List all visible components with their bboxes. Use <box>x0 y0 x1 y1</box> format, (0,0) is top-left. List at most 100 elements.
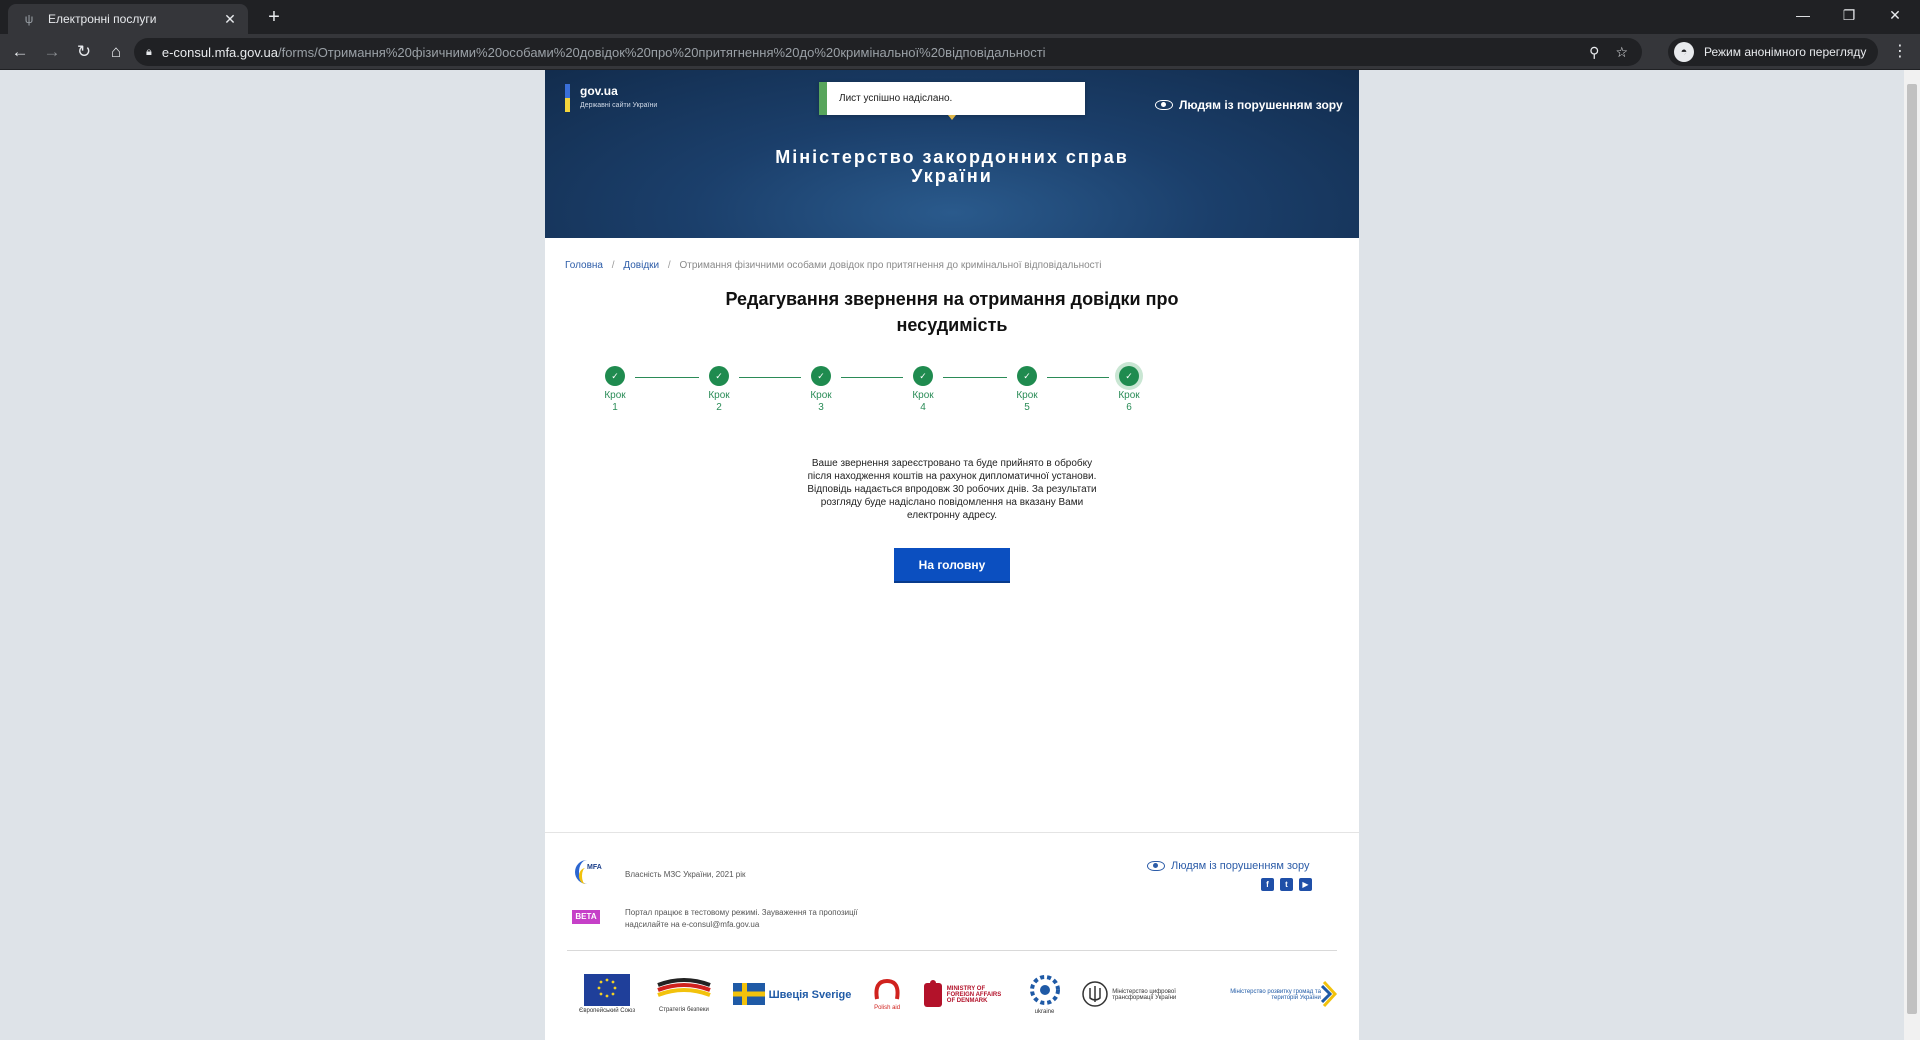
close-tab-icon[interactable]: ✕ <box>222 11 238 27</box>
polish-aid-logo[interactable]: Polish aid <box>872 977 902 1011</box>
forward-button[interactable]: → <box>40 40 64 64</box>
footer-divider-partners <box>567 950 1337 951</box>
polish-aid-icon <box>874 978 900 1000</box>
home-button[interactable]: На головну <box>894 548 1010 581</box>
step-connector <box>739 377 801 378</box>
trident-icon: ψ <box>24 12 34 26</box>
step-number: 3 <box>818 402 824 413</box>
check-icon: ✓ <box>1017 366 1037 386</box>
reload-button[interactable]: ↻ <box>72 40 96 64</box>
bookmark-star-icon[interactable]: ☆ <box>1615 44 1628 61</box>
beta-notice: Портал працює в тестовому режимі. Зауваж… <box>625 908 858 929</box>
step-2: ✓ Крок 2 <box>699 366 739 414</box>
ministry-title-line2: України <box>911 166 993 186</box>
govua-logo[interactable]: gov.ua Державні сайти України <box>565 84 657 112</box>
partner-caption: Міністерство цифрової трансформації Укра… <box>1112 989 1177 1001</box>
zoom-icon[interactable]: ⚲ <box>1589 44 1599 61</box>
beta-badge: BETA <box>572 910 600 924</box>
browser-tab[interactable]: ψ Електронні послуги ✕ <box>8 4 248 34</box>
page-title-line1: Редагування звернення на отримання довід… <box>725 289 1179 309</box>
copyright-text: Власність МЗС України, 2021 рік <box>625 870 746 879</box>
step-label: Крок <box>1016 390 1038 401</box>
wave-flag-icon <box>657 978 711 997</box>
footer-accessibility-link[interactable]: Людям із порушенням зору <box>1147 860 1310 872</box>
home-icon[interactable]: ⌂ <box>104 40 128 64</box>
incognito-icon: ◓ <box>1674 42 1694 62</box>
address-bar[interactable]: 🔒︎ e-consul.mfa.gov.ua /forms/Отримання%… <box>134 38 1642 66</box>
progress-stepper: ✓ Крок 1 ✓ Крок 2 ✓ Крок 3 ✓ Крок 4 ✓ Крок 5 … <box>545 366 1359 426</box>
step-number: 2 <box>716 402 722 413</box>
page-container: gov.ua Державні сайти України Лист успіш… <box>545 70 1359 1040</box>
govua-subtitle: Державні сайти України <box>580 102 658 109</box>
restore-window-button[interactable]: ❐ <box>1826 0 1872 30</box>
ministry-title: Міністерство закордонних справ України <box>545 148 1359 186</box>
step-4: ✓ Крок 4 <box>903 366 943 414</box>
mfa-logo[interactable]: MFA <box>573 858 603 888</box>
step-connector <box>635 377 699 378</box>
new-tab-button[interactable]: + <box>262 5 286 29</box>
browser-tabbar: ψ Електронні послуги ✕ + — ❐ ✕ <box>0 0 1920 34</box>
chevron-right-icon <box>1320 980 1337 1008</box>
mintsyfra-logo[interactable]: Міністерство цифрової трансформації Укра… <box>1082 979 1194 1009</box>
browser-menu-icon[interactable]: ⋮ <box>1890 40 1910 64</box>
step-number: 6 <box>1126 402 1132 413</box>
partner-caption: Стратегія безпеки <box>658 1007 709 1013</box>
breadcrumb-home-link[interactable]: Головна <box>565 260 603 271</box>
partner-caption: Швеція Sverige <box>768 989 852 1001</box>
success-toast: Лист успішно надіслано. <box>819 82 1085 115</box>
breadcrumb: Головна / Довідки / Отримання фізичними … <box>565 260 1101 271</box>
ukraine-flag-icon <box>565 84 570 112</box>
url-host: e-consul.mfa.gov.ua <box>161 44 278 60</box>
page-title-line2: несудимість <box>896 315 1008 335</box>
check-icon: ✓ <box>1119 366 1139 386</box>
step-5: ✓ Крок 5 <box>1007 366 1047 414</box>
accessibility-link[interactable]: Людям із порушенням зору <box>1155 98 1343 112</box>
page-scrollbar-thumb[interactable] <box>1907 84 1917 1014</box>
step-label: Крок <box>912 390 934 401</box>
security-strategy-logo[interactable]: Стратегія безпеки <box>656 975 712 1013</box>
step-1: ✓ Крок 1 <box>595 366 635 414</box>
gear-icon <box>1029 975 1060 1005</box>
close-window-button[interactable]: ✕ <box>1872 0 1918 30</box>
ministry-title-line1: Міністерство закордонних справ <box>775 147 1129 167</box>
toast-caret-icon <box>948 115 956 120</box>
eye-icon <box>1147 861 1165 871</box>
facebook-icon[interactable]: f <box>1261 878 1274 891</box>
eye-icon <box>1155 100 1173 110</box>
incognito-indicator[interactable]: ◓ Режим анонімного перегляду <box>1668 38 1878 66</box>
breadcrumb-separator: / <box>667 260 671 271</box>
ukraine-gear-logo[interactable]: ukraine <box>1028 973 1062 1015</box>
trident-icon <box>1082 981 1108 1007</box>
govua-title: gov.ua <box>580 84 618 98</box>
eu-flag-icon <box>584 974 631 1006</box>
breadcrumb-current: Отримання фізичними особами довідок про … <box>679 260 1102 271</box>
partner-caption: MINISTRY OF FOREIGN AFFAIRS OF DENMARK <box>946 986 1002 1004</box>
check-icon: ✓ <box>605 366 625 386</box>
url-path: /forms/Отримання%20фізичними%20особами%2… <box>277 44 1046 60</box>
mfa-logo-text: MFA <box>587 864 602 871</box>
step-label: Крок <box>810 390 832 401</box>
eu-logo[interactable]: Європейський Союз <box>579 974 635 1014</box>
incognito-label: Режим анонімного перегляду <box>1704 45 1867 59</box>
tab-title: Електронні послуги <box>48 12 157 26</box>
step-connector <box>943 377 1007 378</box>
breadcrumb-refs-link[interactable]: Довідки <box>623 260 659 271</box>
minimize-window-button[interactable]: — <box>1780 0 1826 30</box>
footer-accessibility-label: Людям із порушенням зору <box>1171 860 1310 872</box>
back-button[interactable]: ← <box>8 40 32 64</box>
twitter-icon[interactable]: t <box>1280 878 1293 891</box>
lock-icon: 🔒︎ <box>146 45 152 58</box>
check-icon: ✓ <box>709 366 729 386</box>
partner-caption: Міністерство розвитку громад та територі… <box>1230 989 1321 1001</box>
minregion-logo[interactable]: Міністерство розвитку громад та територі… <box>1215 979 1339 1009</box>
step-label: Крок <box>708 390 730 401</box>
step-number: 4 <box>920 402 926 413</box>
denmark-mfa-logo[interactable]: MINISTRY OF FOREIGN AFFAIRS OF DENMARK <box>923 979 1007 1009</box>
youtube-icon[interactable]: ▶ <box>1299 878 1312 891</box>
social-links: f t ▶ <box>1261 878 1312 891</box>
step-number: 5 <box>1024 402 1030 413</box>
step-number: 1 <box>612 402 618 413</box>
sweden-logo[interactable]: Швеція Sverige <box>732 983 852 1005</box>
confirmation-message: Ваше звернення зареєстровано та буде при… <box>807 458 1097 521</box>
check-icon: ✓ <box>811 366 831 386</box>
